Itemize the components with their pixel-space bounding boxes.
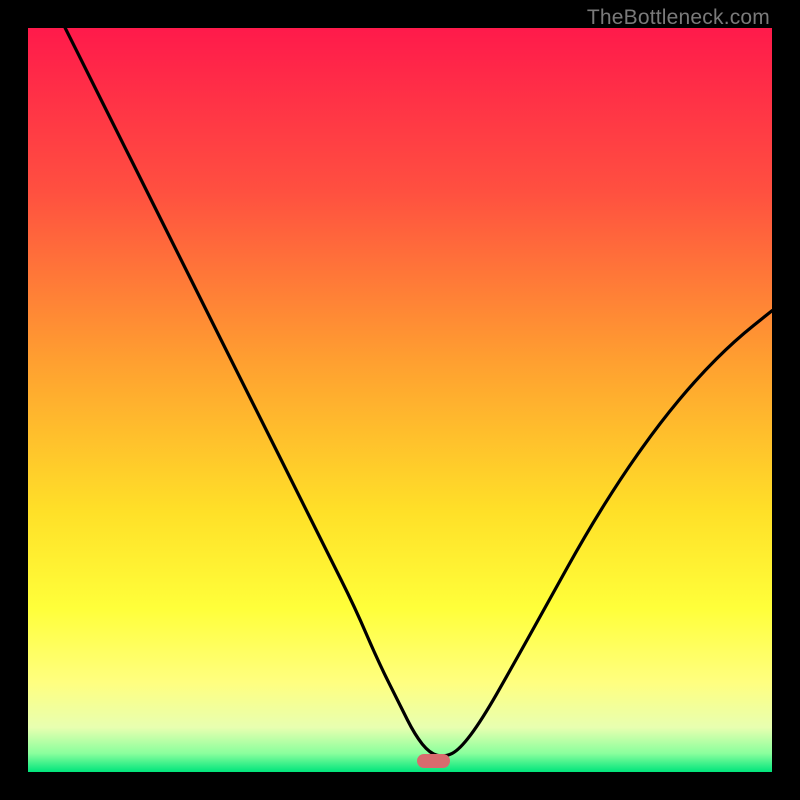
curve-layer xyxy=(28,28,772,772)
watermark-text: TheBottleneck.com xyxy=(587,6,770,30)
plot-area xyxy=(28,28,772,772)
optimum-marker xyxy=(417,754,450,767)
chart-frame: TheBottleneck.com xyxy=(0,0,800,800)
bottleneck-curve xyxy=(65,28,772,756)
